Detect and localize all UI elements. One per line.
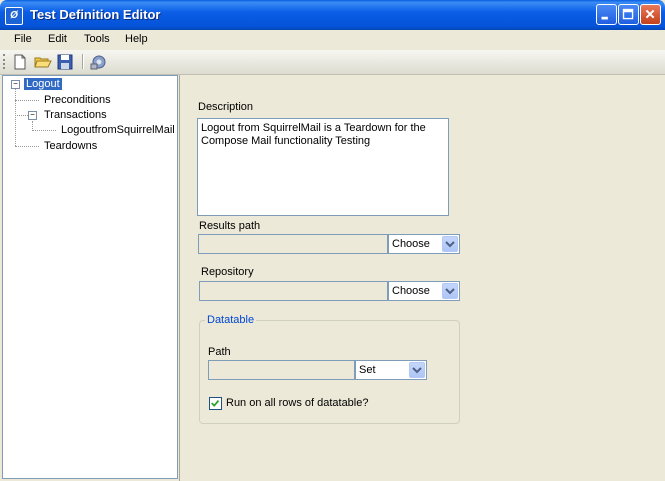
repository-choose-label: Choose — [392, 285, 430, 297]
results-path-choose-label: Choose — [392, 238, 430, 250]
menu-tools[interactable]: Tools — [84, 33, 110, 45]
path-label: Path — [208, 346, 231, 358]
toolbar-grip[interactable] — [3, 54, 7, 69]
path-field[interactable] — [208, 360, 355, 380]
toolbar-separator — [82, 54, 84, 69]
title-bar: Ø Test Definition Editor — [0, 0, 665, 30]
tree-connector — [32, 130, 56, 131]
menu-edit[interactable]: Edit — [48, 33, 67, 45]
tree-node-teardowns[interactable]: Teardowns — [44, 140, 97, 152]
chevron-down-icon[interactable] — [442, 236, 458, 252]
repository-field[interactable] — [199, 281, 388, 301]
tree-node-logout[interactable]: Logout — [24, 78, 62, 90]
chevron-down-icon[interactable] — [409, 362, 425, 378]
checkmark-icon — [211, 399, 220, 407]
settings-icon[interactable] — [89, 53, 107, 71]
new-icon[interactable] — [11, 53, 29, 71]
maximize-icon — [622, 8, 634, 20]
results-path-label: Results path — [199, 220, 261, 232]
collapse-icon[interactable]: − — [11, 80, 20, 89]
menu-bar: File Edit Tools Help — [0, 30, 665, 49]
tree-connector — [15, 89, 16, 146]
collapse-icon[interactable]: − — [28, 111, 37, 120]
tree-node-logout-transaction[interactable]: LogoutfromSquirrelMail — [61, 124, 175, 136]
datatable-group-title: Datatable — [205, 314, 257, 326]
results-path-field[interactable] — [198, 234, 388, 254]
app-icon: Ø — [5, 7, 23, 25]
menu-help[interactable]: Help — [125, 33, 148, 45]
save-icon[interactable] — [56, 53, 74, 71]
tree-connector — [15, 100, 39, 101]
tree-node-transactions[interactable]: Transactions — [44, 109, 107, 121]
description-label: Description — [198, 101, 254, 113]
close-button[interactable] — [640, 4, 661, 25]
run-all-rows-checkbox[interactable] — [209, 397, 222, 410]
tree-connector — [15, 115, 28, 116]
window-title: Test Definition Editor — [30, 7, 161, 22]
description-field[interactable]: Logout from SquirrelMail is a Teardown f… — [197, 118, 449, 216]
minimize-button[interactable] — [596, 4, 617, 25]
close-icon — [645, 9, 655, 19]
path-set-dropdown[interactable]: Set — [355, 360, 427, 380]
maximize-button[interactable] — [618, 4, 639, 25]
menu-file[interactable]: File — [14, 33, 32, 45]
chevron-down-icon[interactable] — [442, 283, 458, 299]
tree-node-preconditions[interactable]: Preconditions — [44, 94, 111, 106]
open-icon[interactable] — [34, 53, 52, 71]
results-path-choose-dropdown[interactable]: Choose — [388, 234, 460, 254]
path-set-label: Set — [359, 364, 376, 376]
repository-label: Repository — [201, 266, 254, 278]
minimize-icon — [601, 16, 608, 20]
toolbar — [0, 50, 665, 75]
tree-connector — [15, 146, 39, 147]
repository-choose-dropdown[interactable]: Choose — [388, 281, 460, 301]
run-all-rows-label: Run on all rows of datatable? — [226, 397, 369, 409]
